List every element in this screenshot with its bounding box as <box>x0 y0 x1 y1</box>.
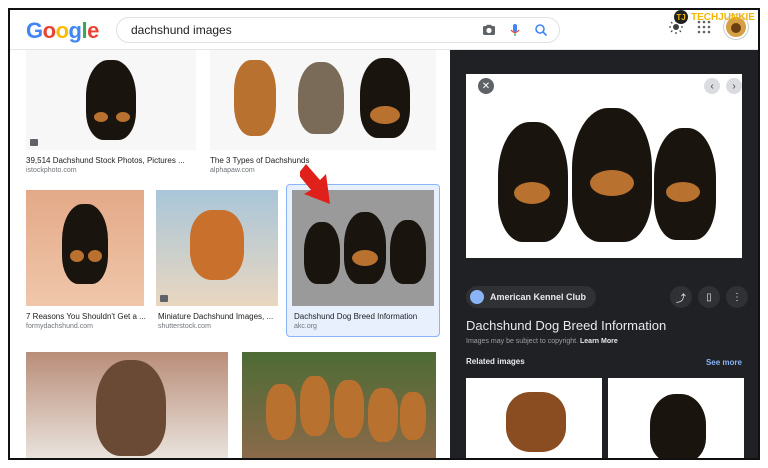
result-title[interactable]: The 3 Types of Dachshunds <box>210 156 310 165</box>
related-images-heading: Related images <box>466 357 525 366</box>
save-button[interactable]: ▯ <box>698 286 720 308</box>
google-logo[interactable]: Google <box>26 18 99 44</box>
browser-frame: Google dachshund images TJ TECHJUNKIE 39… <box>8 8 760 460</box>
source-chip-label: American Kennel Club <box>490 292 587 302</box>
result-image[interactable] <box>242 352 436 458</box>
result-image[interactable] <box>210 50 436 150</box>
learn-more-link[interactable]: Learn More <box>580 338 618 345</box>
result-title[interactable]: 39,514 Dachshund Stock Photos, Pictures … <box>26 156 202 165</box>
more-options-button[interactable]: ⋮ <box>726 286 748 308</box>
watermark-text: TECHJUNKIE <box>691 11 755 23</box>
logo-letter: e <box>87 18 99 43</box>
red-arrow-annotation <box>300 164 330 204</box>
result-title[interactable]: Dachshund Dog Breed Information <box>294 312 434 321</box>
image-results: 39,514 Dachshund Stock Photos, Pictures … <box>10 50 448 458</box>
camera-icon[interactable] <box>481 22 497 38</box>
result-image[interactable] <box>156 190 278 306</box>
result-source[interactable]: akc.org <box>294 323 317 330</box>
result-image[interactable] <box>26 190 144 306</box>
next-image-button[interactable]: › <box>726 78 742 94</box>
result-source[interactable]: shutterstock.com <box>158 323 211 330</box>
result-title[interactable]: Miniature Dachshund Images, ... <box>158 312 276 321</box>
preview-image[interactable] <box>466 74 742 258</box>
techjunkie-watermark: TJ TECHJUNKIE <box>674 10 755 24</box>
result-source[interactable]: istockphoto.com <box>26 167 77 174</box>
share-button[interactable]: ⤴ <box>670 286 692 308</box>
header: Google dachshund images <box>10 10 758 50</box>
logo-letter: g <box>68 18 82 43</box>
logo-letter: G <box>26 18 43 43</box>
globe-icon <box>470 290 484 304</box>
logo-letter: o <box>55 18 69 43</box>
close-button[interactable]: ✕ <box>478 78 494 94</box>
related-image[interactable] <box>608 378 744 458</box>
see-more-link[interactable]: See more <box>706 358 742 367</box>
previous-image-button[interactable]: ‹ <box>704 78 720 94</box>
result-image[interactable] <box>26 50 196 150</box>
tj-badge: TJ <box>674 10 688 24</box>
result-image[interactable] <box>26 352 228 458</box>
mic-icon[interactable] <box>507 22 523 38</box>
source-chip[interactable]: American Kennel Club <box>466 286 597 308</box>
search-icon[interactable] <box>533 22 549 38</box>
image-badge-icon <box>30 139 38 146</box>
copyright-notice: Images may be subject to copyright. Lear… <box>466 338 618 345</box>
related-image[interactable] <box>466 378 602 458</box>
image-preview-panel: ✕ ‹ › American Kennel Club ⤴ ▯ ⋮ Dachshu… <box>450 50 758 458</box>
search-query[interactable]: dachshund images <box>131 23 232 37</box>
result-title[interactable]: 7 Reasons You Shouldn't Get a ... <box>26 312 150 321</box>
copyright-text: Images may be subject to copyright. <box>466 338 579 345</box>
logo-letter: o <box>42 18 56 43</box>
image-badge-icon <box>160 295 168 302</box>
result-source[interactable]: alphapaw.com <box>210 167 255 174</box>
result-source[interactable]: formydachshund.com <box>26 323 93 330</box>
preview-title[interactable]: Dachshund Dog Breed Information <box>466 318 666 333</box>
search-input[interactable]: dachshund images <box>116 17 560 43</box>
